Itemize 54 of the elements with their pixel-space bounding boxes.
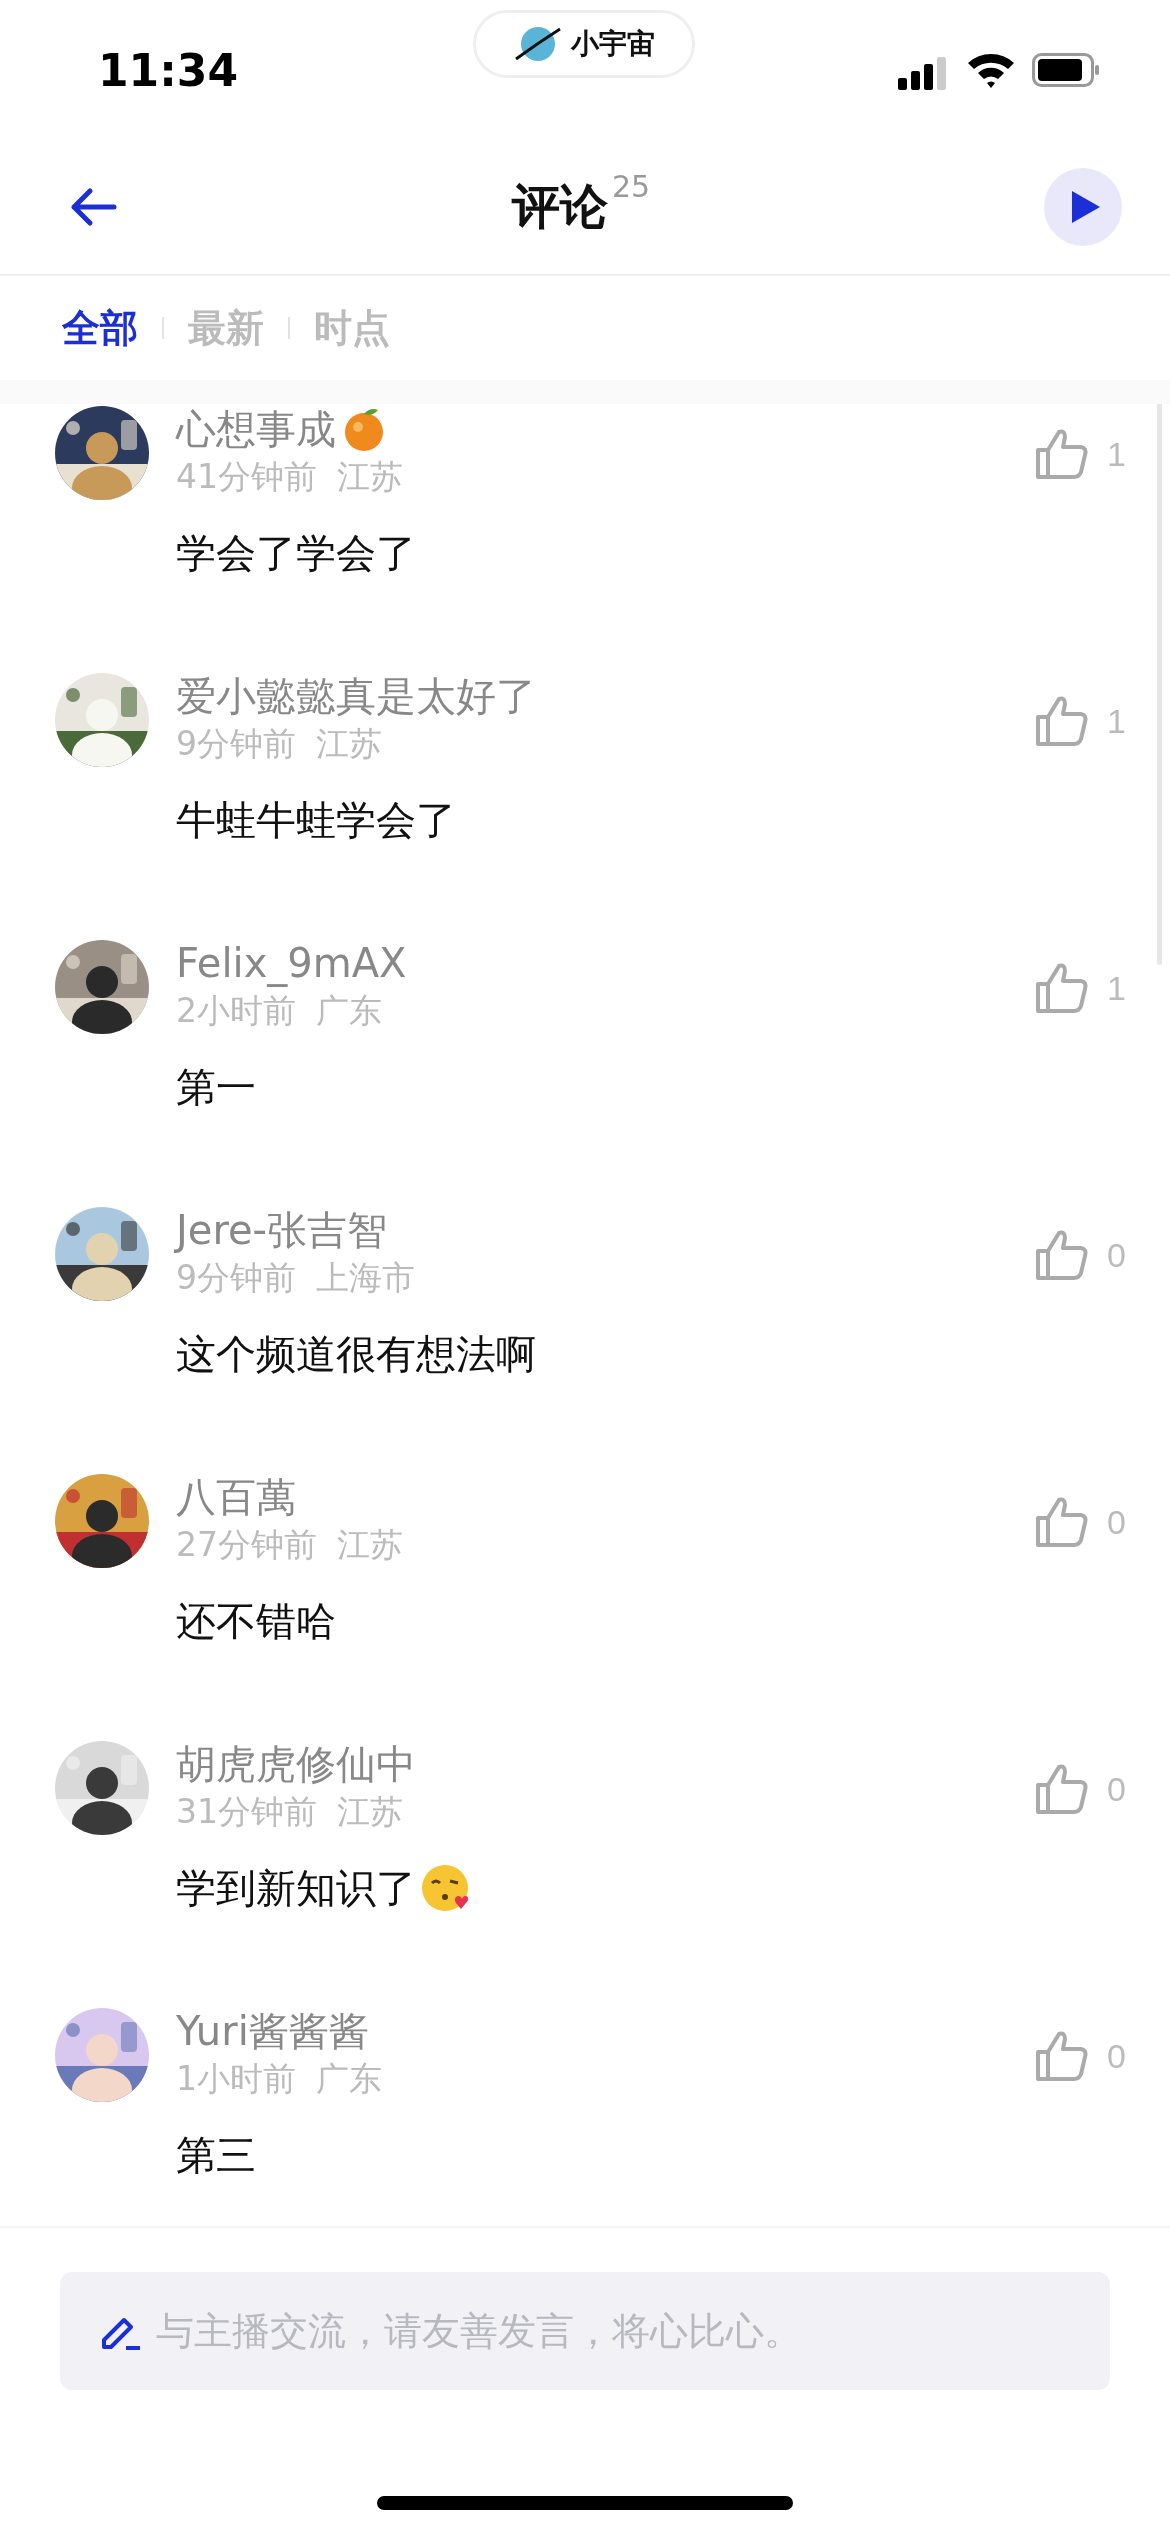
comment-location: 江苏 <box>337 1791 403 1833</box>
like-button[interactable]: 0 <box>1035 1229 1126 1281</box>
page-title: 评论 <box>511 177 608 236</box>
user-name: 胡虎虎修仙中 <box>176 1740 416 1789</box>
comment-text: 学会了学会了 <box>176 529 416 578</box>
comment-time: 9分钟前 <box>176 723 296 765</box>
comment-location: 广东 <box>316 990 382 1032</box>
comment-text: 第一 <box>176 1063 256 1112</box>
user-name: 心想事成 <box>176 405 336 454</box>
comment-location: 广东 <box>316 2058 382 2100</box>
comment-location: 江苏 <box>337 456 403 498</box>
like-button[interactable]: 1 <box>1035 962 1126 1014</box>
user-name: 爱小懿懿真是太好了 <box>176 672 536 721</box>
like-button[interactable]: 0 <box>1035 1496 1126 1548</box>
comment-location: 江苏 <box>316 723 382 765</box>
status-time: 11:34 <box>98 44 239 96</box>
comment-field[interactable]: 与主播交流，请友善发言，将心比心。 <box>60 2272 1110 2390</box>
comment-location: 江苏 <box>337 1524 403 1566</box>
user-name: Yuri酱酱酱 <box>176 2007 369 2056</box>
comment-time: 2小时前 <box>176 990 296 1032</box>
thumbs-up-icon <box>1035 695 1090 747</box>
comment-time: 1小时前 <box>176 2058 296 2100</box>
filter-tab[interactable]: 全部 <box>62 302 138 354</box>
comment-text: 学到新知识了 <box>176 1864 416 1913</box>
comment-text: 第三 <box>176 2131 256 2180</box>
like-button[interactable]: 0 <box>1035 1763 1126 1815</box>
thumbs-up-icon <box>1035 2030 1090 2082</box>
battery-icon <box>1032 53 1100 87</box>
user-name: 八百萬 <box>176 1473 296 1522</box>
wifi-icon <box>966 51 1016 89</box>
play-icon <box>1072 191 1100 223</box>
user-name: Jere-张吉智 <box>176 1206 387 1255</box>
comment-text: 牛蛙牛蛙学会了 <box>176 796 456 845</box>
thumbs-up-icon <box>1035 1229 1090 1281</box>
comment-time: 27分钟前 <box>176 1524 317 1566</box>
like-button[interactable]: 1 <box>1035 428 1126 480</box>
comment-text: 还不错哈 <box>176 1597 336 1646</box>
thumbs-up-icon <box>1035 962 1090 1014</box>
user-name: Felix_9mAX <box>176 939 407 988</box>
filter-tab[interactable]: 最新 <box>188 302 264 354</box>
filter-tab[interactable]: 时点 <box>314 302 390 354</box>
thumbs-up-icon <box>1035 1496 1090 1548</box>
comment-input[interactable]: 与主播交流，请友善发言，将心比心。 <box>154 2308 1070 2354</box>
comment-time: 41分钟前 <box>176 456 317 498</box>
comment-location: 上海市 <box>316 1257 415 1299</box>
comment-time: 31分钟前 <box>176 1791 317 1833</box>
thumbs-up-icon <box>1035 1763 1090 1815</box>
thumbs-up-icon <box>1035 428 1090 480</box>
app-name: 小宇宙 <box>571 26 655 62</box>
like-button[interactable]: 0 <box>1035 2030 1126 2082</box>
like-button[interactable]: 1 <box>1035 695 1126 747</box>
comment-text: 这个频道很有想法啊 <box>176 1330 536 1379</box>
comment-count: 25 <box>611 169 651 204</box>
comment-time: 9分钟前 <box>176 1257 296 1299</box>
